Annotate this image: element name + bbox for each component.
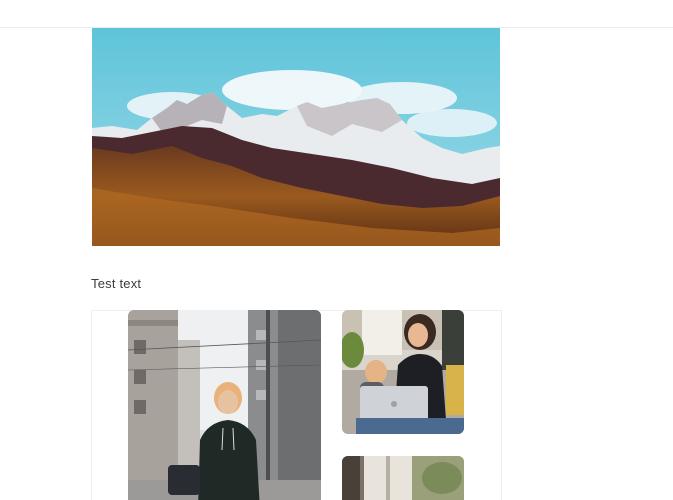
street-photo — [128, 310, 321, 500]
top-header-bar — [0, 0, 673, 28]
window-photo — [342, 456, 464, 500]
hero-image — [92, 28, 500, 246]
laptop-photo — [342, 310, 464, 434]
page: Test text — [0, 0, 673, 500]
caption-text: Test text — [91, 276, 142, 291]
